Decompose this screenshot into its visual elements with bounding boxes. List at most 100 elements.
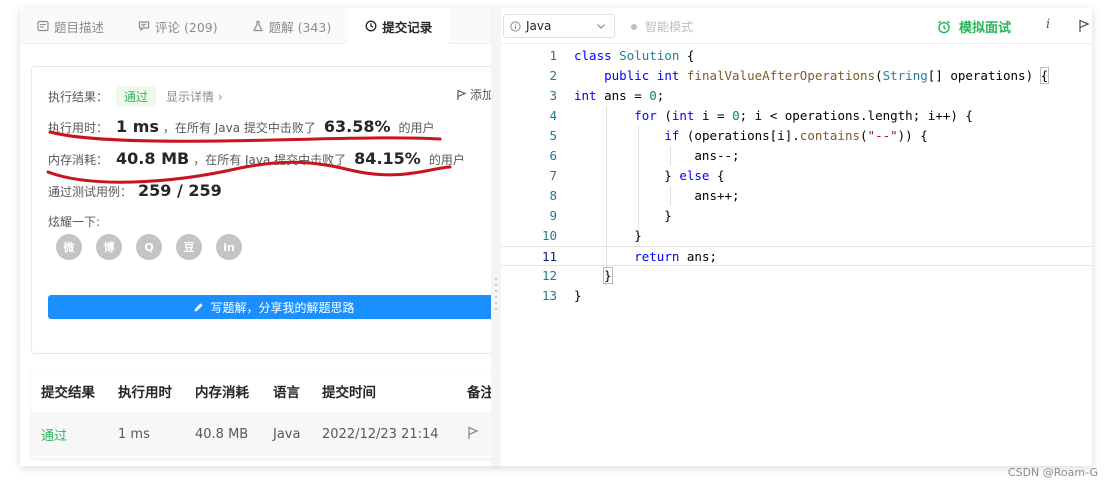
line-content: }	[603, 267, 613, 284]
header-runtime: 执行用时	[118, 385, 172, 401]
code-line[interactable]: 11 return ans;	[501, 246, 1092, 266]
header-status: 提交结果	[41, 385, 95, 401]
memory-label: 内存消耗：	[48, 153, 109, 167]
row-status[interactable]: 通过	[41, 425, 67, 444]
tab-solutions[interactable]: 题解 (343)	[235, 8, 349, 44]
mock-interview-label: 模拟面试	[959, 21, 1012, 36]
info-circle-icon	[510, 20, 521, 32]
line-number: 1	[549, 48, 557, 63]
header-note: 备注	[467, 385, 494, 401]
tab-bar: 题目描述 评论 (209) 题解 (343) 提交记录	[20, 8, 491, 44]
code-line[interactable]: 6 ans--;	[501, 146, 1092, 166]
linkedin-icon[interactable]: in	[216, 234, 242, 260]
flag-icon	[468, 426, 479, 439]
flask-icon	[252, 20, 263, 32]
line-content: return ans;	[634, 249, 718, 264]
memory-value: 40.8 MB	[116, 149, 190, 168]
smart-mode-dot	[631, 23, 637, 30]
row-language: Java	[273, 426, 301, 442]
code-line[interactable]: 9 }	[501, 206, 1092, 226]
header-time: 提交时间	[322, 385, 376, 401]
flag-icon	[457, 89, 467, 100]
line-content: public int finalValueAfterOperations(Str…	[604, 67, 1050, 84]
header-memory: 内存消耗	[195, 385, 249, 401]
share-row: 炫耀一下:	[48, 213, 100, 230]
runtime-suffix: 的用户	[398, 121, 435, 135]
write-solution-label: 写题解，分享我的解题思路	[210, 300, 355, 315]
line-number: 11	[541, 249, 557, 264]
alarm-clock-icon	[938, 20, 950, 33]
code-line[interactable]: 13}	[501, 286, 1092, 306]
code-line[interactable]: 12 }	[501, 266, 1092, 286]
app-frame: 题目描述 评论 (209) 题解 (343) 提交记录 执行结果： 通过 显示详…	[20, 8, 1092, 466]
share-icons: 微 博 Q 豆 in	[56, 234, 242, 260]
result-card: 执行结果： 通过 显示详情 › 添加备 执行用时： 1 ms ，在所有 Java…	[31, 66, 506, 354]
left-panel: 题目描述 评论 (209) 题解 (343) 提交记录 执行结果： 通过 显示详…	[20, 8, 506, 466]
wechat-icon[interactable]: 微	[56, 234, 82, 260]
code-line[interactable]: 1 class Solution {	[501, 46, 1092, 66]
code-line[interactable]: 5 if (operations[i].contains("--")) {	[501, 126, 1092, 146]
line-number: 7	[549, 168, 557, 183]
info-icon[interactable]: i	[1046, 17, 1050, 32]
line-content: }	[574, 228, 642, 243]
memory-percent: 84.15%	[354, 149, 421, 168]
run-flag-icon[interactable]	[1078, 19, 1090, 33]
line-content: class Solution {	[574, 48, 695, 63]
tab-comments-label: 评论 (209)	[155, 19, 218, 35]
result-label: 执行结果：	[48, 90, 109, 104]
mock-interview-button[interactable]: 模拟面试	[937, 17, 1011, 36]
clock-icon	[365, 20, 377, 32]
code-line[interactable]: 10 }	[501, 226, 1092, 246]
line-content: ans++;	[574, 188, 740, 203]
pencil-icon	[194, 302, 204, 311]
tab-submissions-label: 提交记录	[382, 19, 433, 35]
tab-comments[interactable]: 评论 (209)	[121, 8, 235, 44]
tests-value: 259 / 259	[138, 181, 222, 200]
code-line[interactable]: 4 for (int i = 0; i < operations.length;…	[501, 106, 1092, 126]
line-content: for (int i = 0; i < operations.length; i…	[634, 108, 973, 123]
panel-splitter[interactable]	[491, 8, 501, 466]
code-line[interactable]: 2 public int finalValueAfterOperations(S…	[501, 66, 1092, 86]
code-line[interactable]: 7 } else {	[501, 166, 1092, 186]
line-content: } else {	[574, 168, 725, 183]
line-number: 5	[549, 128, 557, 143]
row-runtime: 1 ms	[118, 426, 150, 442]
code-line[interactable]: 3 int ans = 0;	[501, 86, 1092, 106]
douban-icon[interactable]: 豆	[176, 234, 202, 260]
description-icon	[37, 20, 49, 32]
smart-mode-label: 智能模式	[645, 20, 694, 34]
line-content: }	[574, 208, 672, 223]
qq-icon[interactable]: Q	[136, 234, 162, 260]
result-status-row: 执行结果： 通过 显示详情 ›	[48, 86, 223, 107]
runtime-label: 执行用时：	[48, 121, 109, 135]
tab-solutions-label: 题解 (343)	[268, 19, 332, 35]
table-header: 提交结果 执行用时 内存消耗 语言 提交时间 备注	[31, 370, 501, 412]
line-number: 10	[541, 228, 557, 243]
row-time: 2022/12/23 21:14	[322, 426, 439, 442]
line-number: 12	[541, 268, 557, 283]
line-number: 2	[549, 68, 557, 83]
show-details-link[interactable]: 显示详情 ›	[166, 88, 223, 105]
tab-description[interactable]: 题目描述	[20, 8, 121, 44]
line-number: 13	[541, 288, 557, 303]
tab-submissions[interactable]: 提交记录	[348, 8, 450, 44]
runtime-mid-text: ，在所有 Java 提交中击败了	[162, 121, 316, 135]
row-memory: 40.8 MB	[195, 426, 249, 442]
row-note-flag[interactable]	[467, 426, 479, 444]
line-number: 3	[549, 88, 557, 103]
memory-row: 内存消耗： 40.8 MB ，在所有 Java 提交中击败了 84.15% 的用…	[48, 149, 465, 168]
chevron-down-icon	[597, 24, 605, 29]
line-number: 8	[549, 188, 557, 203]
code-line[interactable]: 8 ans++;	[501, 186, 1092, 206]
line-number: 6	[549, 148, 557, 163]
smart-mode-toggle[interactable]: 智能模式	[631, 18, 693, 35]
splitter-handle[interactable]	[495, 278, 497, 314]
code-editor[interactable]: 1 class Solution { 2 public int finalValue…	[501, 46, 1092, 466]
weibo-icon[interactable]: 博	[96, 234, 122, 260]
write-solution-button[interactable]: 写题解，分享我的解题思路	[48, 295, 500, 319]
language-select[interactable]: Java	[503, 14, 615, 38]
table-row[interactable]: 通过 1 ms 40.8 MB Java 2022/12/23 21:14	[31, 412, 501, 456]
share-label: 炫耀一下:	[48, 215, 101, 229]
line-content: if (operations[i].contains("--")) {	[664, 128, 928, 143]
line-number: 4	[549, 108, 557, 123]
